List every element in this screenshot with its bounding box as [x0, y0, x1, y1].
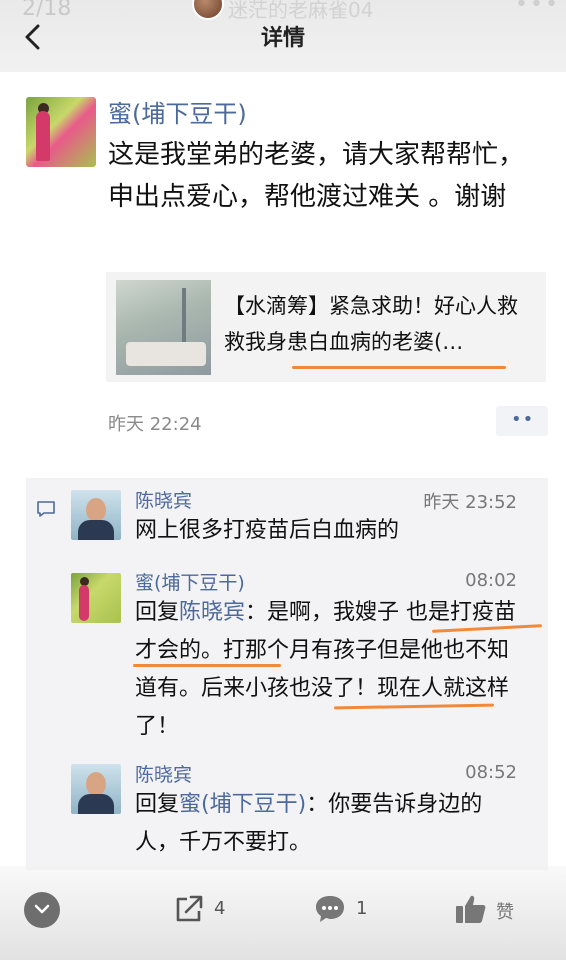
post-timestamp: 昨天 22:24: [108, 414, 202, 435]
thumbnail-bed: [126, 342, 206, 366]
message-icon[interactable]: [313, 893, 347, 925]
share-count: 4: [214, 898, 226, 919]
avatar-body: [78, 794, 114, 814]
comment-author-name[interactable]: 陈晓宾: [135, 760, 192, 787]
post-author-name[interactable]: 蜜(埔下豆干): [108, 94, 247, 129]
comment-avatar[interactable]: [71, 764, 121, 814]
like-label[interactable]: 赞: [496, 898, 514, 924]
reply-prefix: 回复: [135, 600, 180, 625]
collapse-button[interactable]: [24, 892, 60, 928]
comment-count: 1: [356, 898, 368, 919]
avatar-body: [78, 520, 114, 540]
action-dots: ••: [511, 409, 535, 430]
comment-author-name[interactable]: 陈晓宾: [135, 486, 192, 513]
highlight-underline: [292, 366, 506, 369]
page-counter: 2/18: [22, 0, 72, 21]
comment-avatar[interactable]: [71, 490, 121, 540]
avatar-face: [86, 498, 106, 522]
chevron-down-icon: [34, 904, 50, 914]
post-body-text: 这是我堂弟的老婆，请大家帮帮忙，申出点爱心，帮他渡过难关 。谢谢: [108, 140, 525, 212]
link-thumbnail: [116, 280, 211, 375]
reply-to-name[interactable]: 蜜(埔下豆干): [179, 792, 306, 817]
post-author-avatar[interactable]: [26, 97, 96, 167]
comment-timestamp: 昨天 23:52: [423, 492, 517, 513]
post-action-button[interactable]: ••: [496, 406, 548, 436]
reply-to-name[interactable]: 陈晓宾: [179, 600, 245, 625]
comment-avatar[interactable]: [71, 573, 121, 623]
more-options-button[interactable]: •••: [515, 0, 560, 17]
thumbnail-iv-pole: [182, 288, 186, 348]
thumbs-up-icon[interactable]: [454, 893, 488, 925]
comment-text: 回复蜜(埔下豆干)：你要告诉身边的人，千万不要打。: [135, 786, 525, 862]
comment-timestamp: 08:02: [465, 570, 517, 591]
link-title: 【水滴筹】紧急求助！好心人救救我身患白血病的老婆(…: [224, 294, 518, 354]
avatar-figure-body: [36, 111, 50, 161]
reply-prefix: 回复: [135, 792, 180, 817]
comment-text: 网上很多打疫苗后白血病的: [135, 518, 400, 543]
highlight-underline: [133, 664, 281, 667]
comment-text: 回复陈晓宾：是啊，我嫂子 也是打疫苗才会的。打那个月有孩子但是他也不知道有。后来…: [135, 594, 525, 746]
share-icon[interactable]: [173, 894, 205, 924]
avatar-figure-body: [79, 585, 89, 621]
page-title: 详情: [260, 26, 305, 51]
avatar-face: [86, 772, 106, 796]
comment-timestamp: 08:52: [465, 762, 517, 783]
comment-bubble-icon: [37, 501, 55, 517]
comment-author-name[interactable]: 蜜(埔下豆干): [135, 568, 245, 595]
